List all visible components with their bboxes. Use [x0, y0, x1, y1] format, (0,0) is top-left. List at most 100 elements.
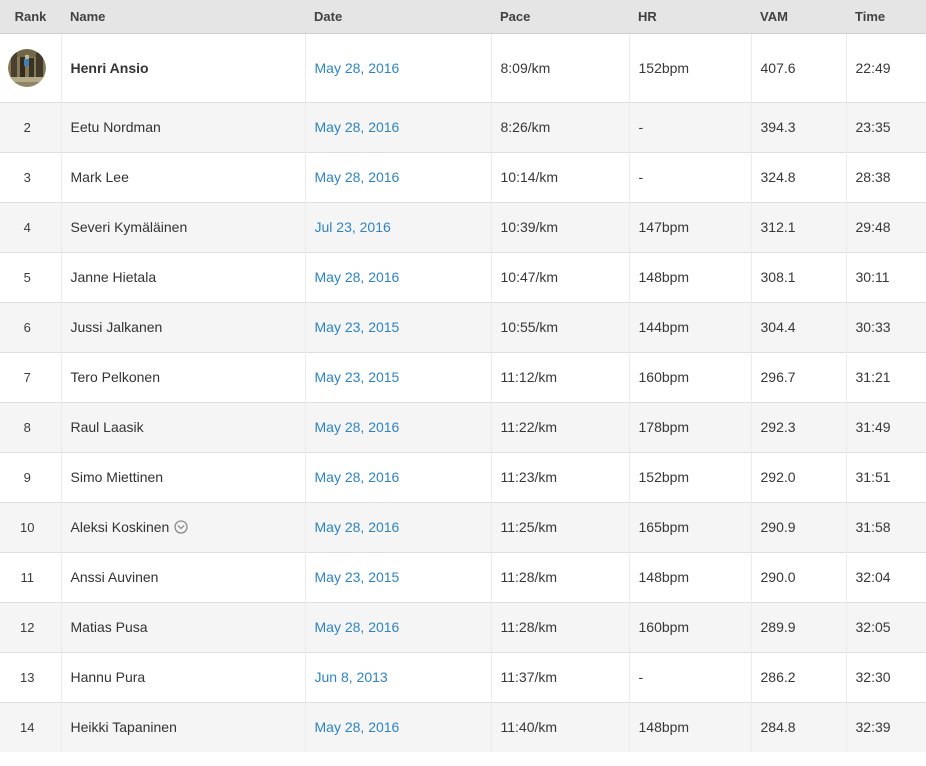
athlete-name: Janne Hietala	[70, 269, 157, 285]
rank-cell: 5	[0, 251, 61, 302]
rank-cell: 10	[0, 501, 61, 552]
vam-cell: 290.9	[750, 501, 846, 552]
time-cell: 29:48	[845, 201, 926, 252]
leaderboard-row: 5 Janne Hietala May 28, 2016 10:47/km 148bpm…	[0, 251, 926, 302]
hr-cell: 147bpm	[628, 201, 751, 252]
pace-cell: 11:22/km	[490, 401, 629, 452]
time-cell: 32:04	[845, 551, 926, 602]
rank-cell: 12	[0, 601, 61, 652]
hr-cell: -	[628, 651, 751, 702]
athlete-name: Hannu Pura	[70, 669, 146, 685]
effort-date-cell: May 23, 2015	[304, 301, 491, 352]
athlete-name: Henri Ansio	[70, 59, 149, 76]
athlete-name-cell: Jussi Jalkanen	[60, 301, 305, 352]
athlete-name: Eetu Nordman	[70, 119, 161, 135]
vam-cell: 292.3	[750, 401, 846, 452]
leaderboard-body: Henri Ansio May 28, 2016 8:09/km 152bpm 407.…	[0, 33, 926, 752]
leaderboard-row: 10 Aleksi Koskinen May 28, 2016 11:25/km 165…	[0, 501, 926, 552]
effort-date-link[interactable]: May 28, 2016	[315, 419, 400, 435]
time-cell: 32:39	[845, 701, 926, 752]
hr-cell: 148bpm	[628, 701, 751, 752]
effort-date-cell: Jun 8, 2013	[304, 651, 491, 702]
segment-leaderboard-table: Rank Name Date Pace HR VAM Time Henri An…	[0, 0, 926, 752]
rank-cell: 11	[0, 551, 61, 602]
leaderboard-row: 8 Raul Laasik May 28, 2016 11:22/km 178bpm 29…	[0, 401, 926, 452]
header-row: Rank Name Date Pace HR VAM Time	[0, 0, 926, 34]
rank-cell: 3	[0, 151, 61, 202]
pace-cell: 11:37/km	[490, 651, 629, 702]
pace-cell: 10:47/km	[490, 251, 629, 302]
rank-cell: 4	[0, 201, 61, 252]
pace-cell: 11:40/km	[490, 701, 629, 752]
effort-date-link[interactable]: May 28, 2016	[315, 519, 400, 535]
effort-date-link[interactable]: Jul 23, 2016	[315, 219, 391, 235]
leaderboard-row: 6 Jussi Jalkanen May 23, 2015 10:55/km 144bp…	[0, 301, 926, 352]
hr-cell: 144bpm	[628, 301, 751, 352]
pace-cell: 10:14/km	[490, 151, 629, 202]
hr-cell: 178bpm	[628, 401, 751, 452]
rank-cell: 13	[0, 651, 61, 702]
column-header-rank: Rank	[0, 0, 61, 34]
column-header-name: Name	[61, 0, 305, 34]
effort-date-cell: May 28, 2016	[304, 401, 491, 452]
effort-date-cell: May 28, 2016	[304, 451, 491, 502]
leaderboard-row: 13 Hannu Pura Jun 8, 2013 11:37/km -286.2 32:…	[0, 651, 926, 702]
hr-cell: -	[628, 151, 751, 202]
athlete-name: Jussi Jalkanen	[70, 319, 163, 335]
athlete-avatar[interactable]	[8, 48, 47, 87]
hr-cell: 152bpm	[628, 451, 751, 502]
rank-cell: 2	[0, 101, 61, 152]
effort-date-link[interactable]: May 28, 2016	[315, 269, 400, 285]
rank-cell: 8	[0, 401, 61, 452]
effort-date-link[interactable]: May 28, 2016	[315, 169, 400, 185]
athlete-name-cell: Eetu Nordman	[60, 101, 305, 152]
pace-cell: 8:26/km	[490, 101, 629, 152]
hr-cell: 165bpm	[628, 501, 751, 552]
athlete-name-cell: Henri Ansio	[60, 33, 305, 102]
effort-date-link[interactable]: May 28, 2016	[315, 469, 400, 485]
pace-cell: 10:55/km	[490, 301, 629, 352]
hr-cell: 152bpm	[628, 33, 751, 102]
vam-cell: 289.9	[750, 601, 846, 652]
vam-cell: 324.8	[750, 151, 846, 202]
effort-date-link[interactable]: May 28, 2016	[315, 619, 400, 635]
vam-cell: 304.4	[750, 301, 846, 352]
leaderboard-header: Rank Name Date Pace HR VAM Time	[0, 0, 926, 34]
athlete-name: Simo Miettinen	[70, 469, 164, 485]
effort-date-link[interactable]: May 28, 2016	[315, 119, 400, 135]
athlete-name-cell: Mark Lee	[60, 151, 305, 202]
leaderboard-row: 2 Eetu Nordman May 28, 2016 8:26/km -394.3 23…	[0, 101, 926, 152]
pace-cell: 11:28/km	[490, 551, 629, 602]
pace-cell: 10:39/km	[490, 201, 629, 252]
effort-date-link[interactable]: May 23, 2015	[315, 319, 400, 335]
circle-chevron-down-icon[interactable]	[174, 520, 188, 534]
effort-date-cell: May 28, 2016	[304, 701, 491, 752]
pace-cell: 8:09/km	[490, 33, 629, 102]
effort-date-cell: May 23, 2015	[304, 551, 491, 602]
athlete-name: Tero Pelkonen	[70, 369, 161, 385]
effort-date-link[interactable]: May 28, 2016	[315, 60, 400, 76]
column-header-vam: VAM	[751, 0, 846, 34]
effort-date-link[interactable]: May 23, 2015	[315, 569, 400, 585]
leaderboard-row: 3 Mark Lee May 28, 2016 10:14/km -324.8 28:38	[0, 151, 926, 202]
athlete-name: Severi Kymäläinen	[70, 219, 188, 235]
vam-cell: 290.0	[750, 551, 846, 602]
leaderboard-row: Henri Ansio May 28, 2016 8:09/km 152bpm 407.…	[0, 33, 926, 102]
rank-cell: 7	[0, 351, 61, 402]
hr-cell: -	[628, 101, 751, 152]
vam-cell: 284.8	[750, 701, 846, 752]
time-cell: 32:30	[845, 651, 926, 702]
effort-date-link[interactable]: May 28, 2016	[315, 719, 400, 735]
effort-date-link[interactable]: Jun 8, 2013	[315, 669, 388, 685]
athlete-name-cell: Aleksi Koskinen	[60, 501, 305, 552]
vam-cell: 407.6	[750, 33, 846, 102]
leaderboard-row: 7 Tero Pelkonen May 23, 2015 11:12/km 160bpm…	[0, 351, 926, 402]
column-header-hr: HR	[629, 0, 751, 34]
column-header-date: Date	[305, 0, 491, 34]
effort-date-link[interactable]: May 23, 2015	[315, 369, 400, 385]
time-cell: 31:49	[845, 401, 926, 452]
time-cell: 28:38	[845, 151, 926, 202]
leaderboard-row: 4 Severi Kymäläinen Jul 23, 2016 10:39/km 14…	[0, 201, 926, 252]
vam-cell: 312.1	[750, 201, 846, 252]
athlete-name-cell: Tero Pelkonen	[60, 351, 305, 402]
